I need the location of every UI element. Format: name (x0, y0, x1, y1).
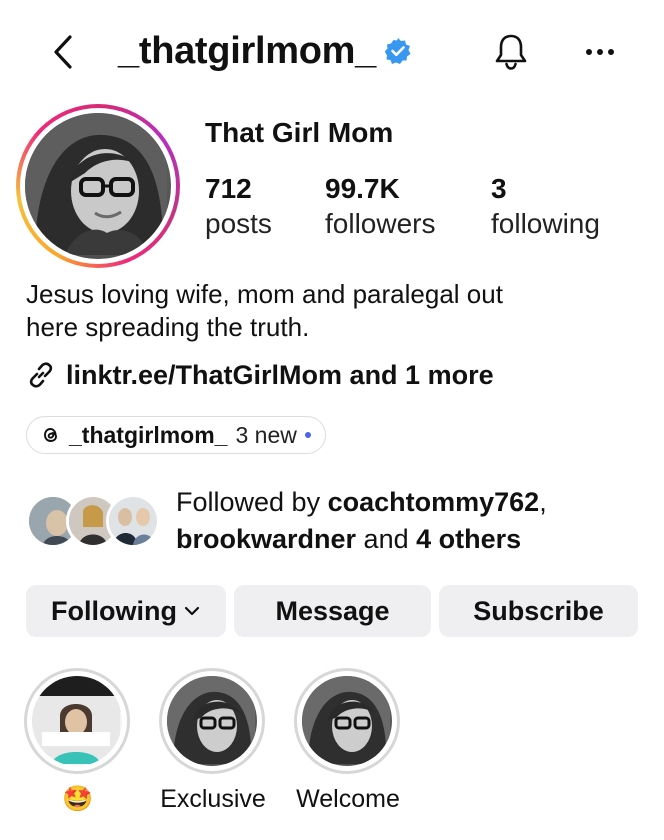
highlight-item[interactable]: 🤩 (24, 668, 132, 814)
highlight-ring (294, 668, 400, 774)
highlight-cover (32, 676, 122, 766)
followers-stat[interactable]: 99.7K followers (325, 172, 435, 242)
avatar (25, 113, 171, 259)
posts-label: posts (205, 208, 272, 239)
followed-by-section[interactable]: Followed by coachtommy762, brookwardner … (26, 484, 646, 558)
highlight-label: Exclusive (160, 785, 266, 813)
avatar-inner (20, 108, 176, 264)
separator: , (539, 487, 547, 517)
bio-line: here spreading the truth. (26, 312, 310, 342)
following-label: following (491, 208, 600, 239)
highlight-ring (159, 668, 265, 774)
following-button[interactable]: Following (26, 585, 226, 637)
threads-new-count: 3 new (235, 421, 297, 448)
followers-count: 99.7K (325, 173, 400, 204)
link-text: linktr.ee/ThatGirlMom and 1 more (66, 360, 494, 390)
notifications-button[interactable] (492, 30, 530, 74)
profile-username: _thatgirlmom_ (118, 30, 376, 72)
highlight-item[interactable]: Exclusive (159, 668, 267, 814)
bio-line: Jesus loving wife, mom and paralegal out (26, 279, 503, 309)
highlight-cover (302, 676, 392, 766)
highlight-ring (24, 668, 130, 774)
highlight-cover (167, 676, 257, 766)
posts-count: 712 (205, 173, 252, 204)
subscribe-button[interactable]: Subscribe (439, 585, 638, 637)
highlight-label: Welcome (296, 785, 400, 813)
bell-icon (495, 34, 527, 70)
mutual-avatars (26, 494, 166, 550)
top-bar: _thatgirlmom_ (0, 18, 664, 82)
threads-badge[interactable]: _thatgirlmom_ 3 new (26, 416, 326, 454)
more-dots-icon (586, 49, 614, 55)
chevron-down-icon (184, 606, 200, 616)
link-icon (29, 362, 53, 388)
more-options-button[interactable] (580, 32, 620, 72)
followers-label: followers (325, 208, 436, 239)
verified-badge-icon (384, 37, 412, 65)
threads-icon (44, 428, 57, 442)
profile-actions: Following Message Subscribe (26, 585, 638, 637)
followed-by-middle: and (356, 524, 417, 554)
mutual-user-1[interactable]: coachtommy762 (328, 487, 540, 517)
threads-handle: _thatgirlmom_ (69, 421, 228, 448)
mutual-others[interactable]: 4 others (416, 524, 521, 554)
highlight-item[interactable]: Welcome (294, 668, 402, 814)
avatar (106, 494, 160, 548)
new-indicator-dot (304, 432, 311, 438)
back-button[interactable] (46, 32, 80, 72)
chevron-left-icon (54, 35, 72, 69)
story-highlights: 🤩 Exclusive Welcome (0, 668, 664, 818)
followed-by-text: Followed by coachtommy762, brookwardner … (176, 484, 656, 558)
profile-avatar-story-ring[interactable] (16, 104, 180, 268)
followed-by-prefix: Followed by (176, 487, 328, 517)
username-heading: _thatgirlmom_ (118, 28, 412, 74)
following-button-label: Following (51, 595, 177, 626)
following-count: 3 (491, 173, 507, 204)
following-stat[interactable]: 3 following (491, 172, 600, 242)
display-name: That Girl Mom (205, 117, 394, 148)
bio-link[interactable]: linktr.ee/ThatGirlMom and 1 more (26, 358, 494, 392)
mutual-user-2[interactable]: brookwardner (176, 524, 356, 554)
posts-stat[interactable]: 712 posts (205, 172, 272, 242)
message-button[interactable]: Message (234, 585, 431, 637)
highlight-label: 🤩 (62, 785, 94, 813)
bio: Jesus loving wife, mom and paralegal out… (26, 278, 646, 344)
